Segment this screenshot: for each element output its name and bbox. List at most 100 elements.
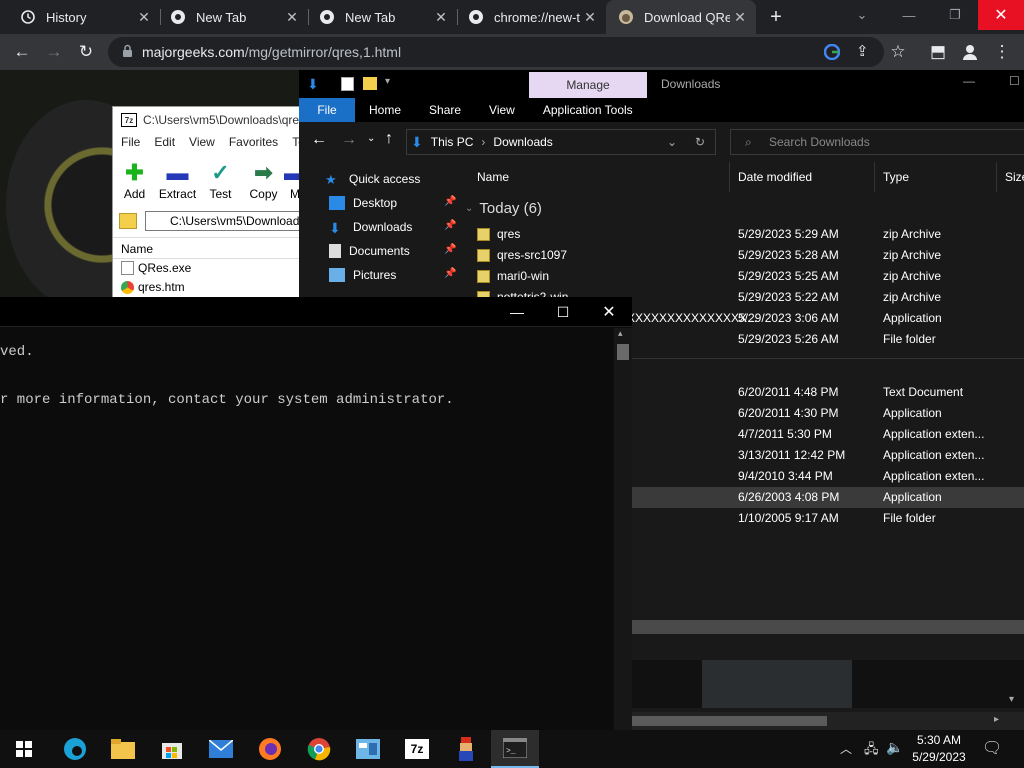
close-window-button[interactable]: ✕: [978, 0, 1024, 30]
forward-icon[interactable]: →: [341, 131, 357, 149]
column-header-name[interactable]: Name: [113, 237, 311, 259]
scrollbar-thumb[interactable]: [617, 344, 629, 360]
new-folder-icon[interactable]: [363, 77, 377, 90]
manage-tab[interactable]: Manage: [529, 72, 647, 98]
tab-view[interactable]: View: [489, 103, 515, 117]
chevron-down-icon[interactable]: ⌄: [667, 135, 677, 149]
address-bar[interactable]: ⬇ This PC › Downloads ⌄ ↻: [406, 129, 716, 155]
nav-documents[interactable]: Documents: [329, 240, 410, 262]
network-icon[interactable]: 🖧: [864, 740, 879, 762]
group-header-today[interactable]: ⌄ Today (6): [465, 200, 542, 217]
back-icon[interactable]: ←: [311, 131, 327, 149]
tab-new-tab-1[interactable]: New Tab ✕: [158, 0, 308, 34]
nav-desktop[interactable]: Desktop: [329, 192, 397, 214]
store-icon[interactable]: [148, 730, 196, 768]
breadcrumb-downloads[interactable]: Downloads: [493, 135, 552, 149]
share-icon[interactable]: ⇪: [856, 42, 869, 60]
notifications-icon[interactable]: 🗨: [982, 738, 1002, 758]
breadcrumb-this-pc[interactable]: This PC: [431, 135, 474, 149]
close-tab-icon[interactable]: ✕: [282, 9, 302, 26]
restore-button[interactable]: ❐: [932, 0, 978, 30]
horizontal-scrollbar[interactable]: ▸: [632, 712, 1024, 730]
file-date: 5/29/2023 3:06 AM: [738, 311, 839, 325]
recent-locations-icon[interactable]: ⌄: [367, 133, 375, 144]
folder-up-icon[interactable]: [119, 213, 137, 229]
back-icon[interactable]: ←: [10, 40, 34, 64]
7zip-taskbar-icon[interactable]: 7z: [393, 730, 441, 768]
menu-edit[interactable]: Edit: [154, 135, 175, 155]
close-tab-icon[interactable]: ✕: [134, 9, 154, 26]
game-icon[interactable]: [442, 730, 490, 768]
search-box[interactable]: ⌕ Search Downloads: [730, 129, 1024, 155]
file-row[interactable]: mari0-win 5/29/2023 5:25 AM zip Archive: [457, 266, 1024, 287]
list-item[interactable]: qres.htm: [121, 278, 185, 296]
column-header-name[interactable]: Name: [457, 162, 730, 192]
tab-new-tab-2[interactable]: New Tab ✕: [307, 0, 457, 34]
control-panel-icon[interactable]: [344, 730, 392, 768]
tab-share[interactable]: Share: [429, 103, 461, 117]
nav-pictures[interactable]: Pictures: [329, 264, 396, 286]
extensions-icon[interactable]: ⬒: [926, 40, 950, 64]
column-header-size[interactable]: Size: [997, 162, 1024, 192]
minimize-button[interactable]: —: [494, 297, 540, 327]
qat-dropdown-icon[interactable]: ▾: [385, 76, 390, 87]
volume-muted-icon[interactable]: 🔈: [886, 739, 903, 756]
nav-downloads[interactable]: ⬇ Downloads: [329, 216, 412, 238]
show-hidden-icons-icon[interactable]: ︿: [840, 740, 852, 757]
tab-application-tools[interactable]: Application Tools: [543, 103, 633, 117]
7zip-path-field[interactable]: C:\Users\vm5\Download: [145, 211, 311, 231]
maximize-button[interactable]: ☐: [1009, 74, 1020, 88]
extract-button[interactable]: ▬ Extract: [156, 159, 199, 209]
reload-icon[interactable]: ↻: [74, 40, 98, 64]
chrome-icon: [319, 9, 335, 25]
add-button[interactable]: ✚ Add: [113, 159, 156, 209]
close-tab-icon[interactable]: ✕: [730, 9, 750, 26]
up-icon[interactable]: ↑: [385, 130, 393, 148]
file-row[interactable]: qres 5/29/2023 5:29 AM zip Archive: [457, 224, 1024, 245]
scroll-down-icon[interactable]: ▾: [1009, 694, 1014, 705]
refresh-icon[interactable]: ↻: [695, 135, 705, 149]
tab-search-icon[interactable]: ⌄: [840, 0, 884, 30]
maximize-button[interactable]: ☐: [540, 297, 586, 327]
test-button[interactable]: ✓ Test: [199, 159, 242, 209]
new-tab-button[interactable]: +: [764, 6, 788, 28]
minimize-button[interactable]: —: [886, 0, 932, 30]
firefox-icon[interactable]: [246, 730, 294, 768]
chrome-icon[interactable]: [295, 730, 343, 768]
nav-quick-access[interactable]: ★ Quick access: [325, 168, 420, 190]
edge-icon[interactable]: [51, 730, 99, 768]
clock[interactable]: 5:30 AM 5/29/2023: [905, 732, 973, 766]
close-tab-icon[interactable]: ✕: [580, 9, 600, 26]
mail-icon[interactable]: [197, 730, 245, 768]
properties-icon[interactable]: [341, 77, 354, 91]
bookmark-star-icon[interactable]: ☆: [886, 40, 910, 64]
command-prompt-icon[interactable]: >_: [491, 730, 539, 768]
tab-home[interactable]: Home: [369, 103, 401, 117]
start-button[interactable]: [0, 730, 48, 768]
file-explorer-icon[interactable]: [99, 730, 147, 768]
profile-icon[interactable]: [958, 40, 982, 64]
file-row[interactable]: qres-src1097 5/29/2023 5:28 AM zip Archi…: [457, 245, 1024, 266]
menu-view[interactable]: View: [189, 135, 215, 155]
google-icon[interactable]: [823, 43, 841, 63]
copy-button[interactable]: ➡ Copy: [242, 159, 285, 209]
tab-chrome-new[interactable]: chrome://new-t ✕: [456, 0, 606, 34]
tab-download-qres[interactable]: Download QRes ✕: [606, 0, 756, 34]
menu-favorites[interactable]: Favorites: [229, 135, 278, 155]
scroll-right-icon[interactable]: ▸: [994, 714, 999, 725]
close-tab-icon[interactable]: ✕: [431, 9, 451, 26]
column-header-type[interactable]: Type: [875, 162, 997, 192]
close-button[interactable]: ✕: [586, 297, 632, 327]
list-item[interactable]: QRes.exe: [121, 259, 191, 277]
column-header-date[interactable]: Date modified: [730, 162, 875, 192]
forward-icon[interactable]: →: [42, 40, 66, 64]
menu-icon[interactable]: ⋮: [990, 40, 1014, 64]
vertical-scrollbar[interactable]: ▴: [614, 328, 632, 730]
scroll-up-icon[interactable]: ▴: [618, 328, 623, 339]
menu-file[interactable]: File: [121, 135, 140, 155]
tab-history[interactable]: History ✕: [8, 0, 160, 34]
minimize-button[interactable]: —: [963, 74, 975, 88]
address-bar[interactable]: majorgeeks.com/mg/getmirror/qres,1.html …: [108, 37, 884, 67]
scrollbar-thumb[interactable]: [632, 716, 827, 726]
tab-file[interactable]: File: [299, 98, 355, 122]
